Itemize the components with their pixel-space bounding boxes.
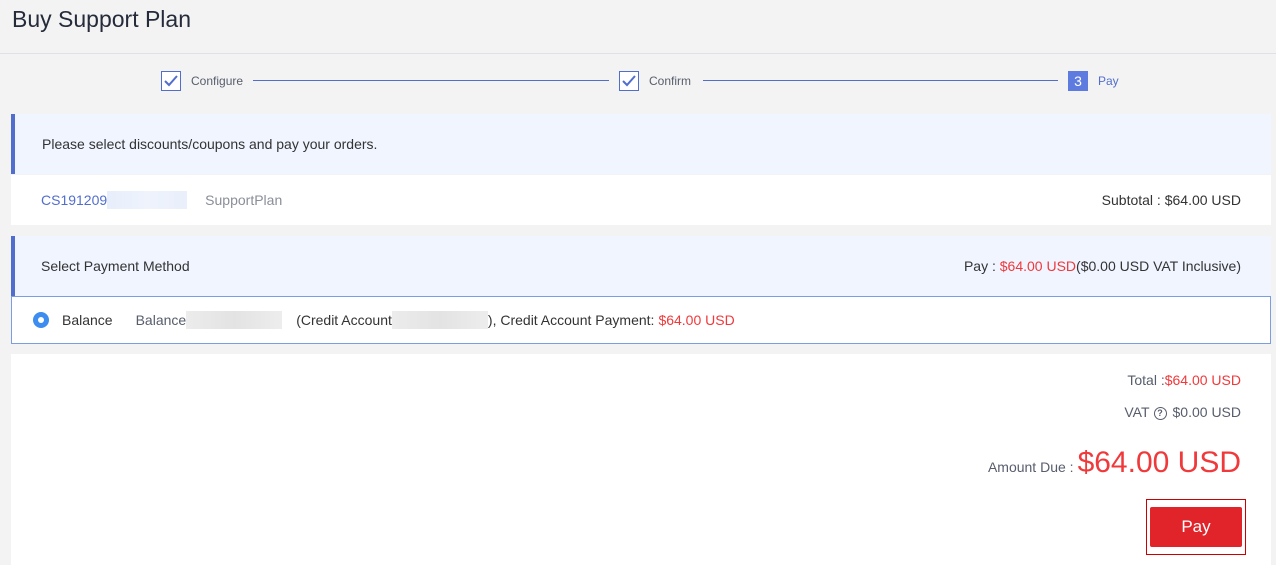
order-id-link[interactable]: CS191209: [41, 192, 107, 208]
option-label: Balance: [62, 312, 113, 328]
step-connector: [253, 80, 609, 81]
total-line: Total :$64.00 USD: [1127, 372, 1241, 388]
balance-radio[interactable]: [33, 312, 49, 328]
payment-option-balance[interactable]: Balance Balance (Credit Account ), Credi…: [11, 296, 1271, 344]
amount-due-label: Amount Due :: [987, 459, 1074, 475]
order-type: SupportPlan: [205, 192, 283, 208]
order-subtotal: Subtotal : $64.00 USD: [1102, 192, 1241, 208]
credit-suffix: ), Credit Account Payment:: [487, 312, 655, 328]
vat-note: ($0.00 USD VAT Inclusive): [1076, 258, 1241, 274]
masked-balance: [186, 311, 283, 329]
vat-value: $0.00 USD: [1172, 404, 1241, 420]
amount-due-line: Amount Due : $64.00 USD: [988, 446, 1241, 480]
masked-credit: [391, 311, 488, 329]
credit-prefix: (Credit Account: [296, 312, 392, 328]
pay-summary: Pay : $64.00 USD($0.00 USD VAT Inclusive…: [964, 258, 1241, 274]
title-divider: [0, 53, 1276, 54]
notice-banner: Please select discounts/coupons and pay …: [11, 114, 1271, 174]
check-icon: [619, 70, 639, 91]
step-connector: [703, 80, 1058, 81]
pay-button[interactable]: Pay: [1150, 507, 1242, 547]
total-label: Total :: [1127, 372, 1165, 388]
step-configure: Configure: [161, 70, 243, 91]
masked-order-id: [107, 191, 188, 209]
check-icon: [161, 70, 181, 91]
subtotal-value: $64.00 USD: [1164, 192, 1241, 208]
total-value: $64.00 USD: [1164, 372, 1241, 388]
step-label: Confirm: [649, 73, 692, 88]
step-label: Configure: [191, 73, 244, 88]
notice-text: Please select discounts/coupons and pay …: [42, 136, 378, 152]
step-pay: 3 Pay: [1068, 70, 1119, 91]
payment-method-title: Select Payment Method: [41, 258, 190, 274]
step-confirm: Confirm: [619, 70, 691, 91]
vat-label: VAT: [1124, 404, 1150, 420]
help-icon[interactable]: ?: [1153, 407, 1167, 420]
pay-button-highlight: Pay: [1146, 499, 1246, 555]
step-number: 3: [1068, 70, 1088, 91]
step-label: Pay: [1098, 73, 1119, 88]
pay-label: Pay :: [963, 258, 1000, 274]
vat-line: VAT? $0.00 USD: [1124, 404, 1241, 420]
balance-prefix: Balance: [135, 312, 187, 328]
page-title: Buy Support Plan: [12, 6, 192, 32]
order-row: CS191209 SupportPlan Subtotal : $64.00 U…: [11, 175, 1271, 225]
subtotal-label: Subtotal :: [1101, 192, 1165, 208]
payment-method-header: Select Payment Method Pay : $64.00 USD($…: [11, 236, 1271, 296]
amount-due-value: $64.00 USD: [1077, 446, 1241, 479]
pay-amount: $64.00 USD: [999, 258, 1077, 274]
credit-amount: $64.00 USD: [658, 312, 735, 328]
order-summary: Total :$64.00 USD VAT? $0.00 USD Amount D…: [11, 354, 1271, 565]
